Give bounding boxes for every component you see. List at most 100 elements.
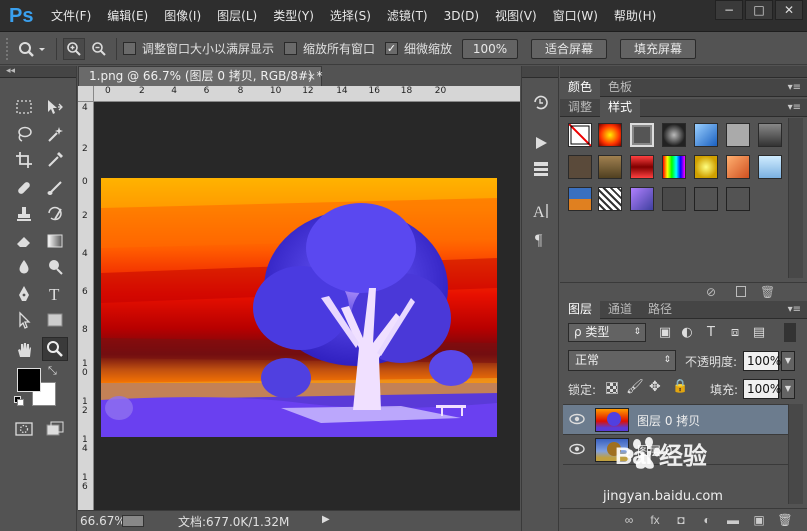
- menu-type[interactable]: 类型(Y): [265, 0, 322, 32]
- dodge-tool-icon[interactable]: [42, 255, 68, 279]
- horizontal-ruler[interactable]: 0 2 4 6 8 10 12 14 16 18 20: [78, 86, 520, 102]
- pen-tool-icon[interactable]: [11, 282, 37, 306]
- new-style-icon[interactable]: [736, 286, 746, 297]
- scrubby-zoom-checkbox[interactable]: ✓ 细微缩放: [385, 40, 452, 57]
- style-swatch[interactable]: [598, 123, 622, 147]
- fill-input[interactable]: 100%: [743, 379, 781, 399]
- panel-menu-icon[interactable]: ▾≡: [788, 102, 801, 113]
- filter-type-icon[interactable]: T: [702, 323, 720, 342]
- actions-panel-icon[interactable]: [529, 132, 553, 154]
- style-swatch[interactable]: [726, 155, 750, 179]
- resize-windows-checkbox[interactable]: 调整窗口大小以满屏显示: [123, 40, 274, 57]
- minimize-button[interactable]: −: [715, 0, 743, 20]
- foreground-color-swatch[interactable]: [17, 368, 41, 392]
- zoom-tool-preset-icon[interactable]: [14, 38, 50, 60]
- paragraph-panel-icon[interactable]: ¶: [529, 228, 553, 250]
- 3d-panel-icon[interactable]: [529, 158, 553, 180]
- menu-help[interactable]: 帮助(H): [606, 0, 664, 32]
- character-panel-icon[interactable]: A: [529, 200, 553, 222]
- visibility-eye-icon[interactable]: [569, 443, 585, 455]
- filter-adjustment-icon[interactable]: ◐: [678, 323, 696, 342]
- checkmark-icon[interactable]: ✓: [385, 42, 399, 55]
- options-bar-grip[interactable]: [6, 37, 14, 60]
- tab-styles[interactable]: 样式: [600, 99, 641, 117]
- menu-layer[interactable]: 图层(L): [209, 0, 265, 32]
- tab-color[interactable]: 颜色: [560, 79, 601, 97]
- healing-brush-icon[interactable]: [11, 176, 37, 200]
- dock-collapse[interactable]: [522, 66, 558, 78]
- delete-style-icon[interactable]: 🗑: [760, 285, 775, 299]
- hand-tool-icon[interactable]: [11, 338, 37, 362]
- type-tool-icon[interactable]: T: [42, 282, 68, 306]
- swap-colors-icon[interactable]: ⤡: [48, 364, 57, 378]
- style-swatch[interactable]: [758, 123, 782, 147]
- ruler-origin[interactable]: [78, 86, 94, 102]
- style-swatch[interactable]: [726, 187, 750, 211]
- style-swatch[interactable]: [568, 187, 592, 211]
- style-swatch-selected[interactable]: [630, 123, 654, 147]
- blur-tool-icon[interactable]: [11, 255, 37, 279]
- style-swatch[interactable]: [694, 155, 718, 179]
- menu-edit[interactable]: 编辑(E): [99, 0, 156, 32]
- status-menu-arrow-icon[interactable]: ▶: [322, 514, 330, 525]
- maximize-button[interactable]: □: [745, 0, 773, 20]
- brush-tool-icon[interactable]: [42, 176, 68, 200]
- quick-mask-icon[interactable]: [11, 417, 37, 441]
- zoom-in-icon[interactable]: [63, 37, 85, 60]
- document-tab[interactable]: 1.png @ 66.7% (图层 0 拷贝, RGB/8#) * ×: [78, 66, 323, 86]
- style-swatch[interactable]: [598, 155, 622, 179]
- menu-window[interactable]: 窗口(W): [545, 0, 606, 32]
- menu-filter[interactable]: 滤镜(T): [379, 0, 436, 32]
- blend-mode-select[interactable]: 正常 ⇕: [568, 350, 676, 371]
- zoom-level[interactable]: 66.67%: [78, 514, 126, 528]
- close-document-icon[interactable]: ×: [307, 67, 316, 86]
- panels-collapse[interactable]: [560, 66, 807, 78]
- panel-menu-icon[interactable]: ▾≡: [788, 304, 801, 315]
- style-none-swatch[interactable]: [568, 123, 592, 147]
- fill-dropdown-icon[interactable]: ▼: [781, 379, 795, 399]
- status-preview-icon[interactable]: [122, 515, 144, 527]
- style-swatch[interactable]: [630, 155, 654, 179]
- filter-toggle[interactable]: [784, 323, 796, 342]
- style-swatch[interactable]: [568, 155, 592, 179]
- panel-menu-icon[interactable]: ▾≡: [788, 82, 801, 93]
- lock-all-icon[interactable]: 🔒: [672, 379, 688, 394]
- tab-layers[interactable]: 图层: [560, 301, 601, 319]
- tab-adjustments[interactable]: 调整: [560, 99, 600, 117]
- default-colors-icon[interactable]: [14, 396, 24, 406]
- actual-pixels-button[interactable]: 100%: [462, 38, 519, 59]
- marquee-tool-icon[interactable]: [11, 95, 37, 119]
- lock-image-icon[interactable]: 🖌: [626, 379, 644, 395]
- style-swatch[interactable]: [662, 155, 686, 179]
- opacity-input[interactable]: 100%: [743, 351, 781, 371]
- tab-channels[interactable]: 通道: [600, 301, 640, 319]
- crop-tool-icon[interactable]: [11, 148, 37, 172]
- toolbox-collapse[interactable]: ◂◂: [0, 66, 76, 78]
- lock-transparent-icon[interactable]: [606, 382, 618, 394]
- fit-screen-button[interactable]: 适合屏幕: [531, 38, 608, 59]
- close-button[interactable]: ✕: [775, 0, 803, 20]
- rectangle-tool-icon[interactable]: [42, 308, 68, 332]
- move-tool-icon[interactable]: [42, 95, 68, 119]
- menu-image[interactable]: 图像(I): [156, 0, 209, 32]
- lasso-tool-icon[interactable]: [11, 122, 37, 146]
- style-swatch[interactable]: [726, 123, 750, 147]
- filter-shape-icon[interactable]: ⧈: [726, 323, 744, 342]
- layer-filter-select[interactable]: ρ 类型 ⇕: [568, 323, 646, 342]
- filter-smart-object-icon[interactable]: ▤: [750, 323, 768, 342]
- vertical-ruler[interactable]: 4 2 0 2 4 6 8 1 0 1 2 1 4 1 6: [78, 102, 94, 510]
- magic-wand-icon[interactable]: [42, 122, 68, 146]
- style-swatch[interactable]: [694, 187, 718, 211]
- menu-file[interactable]: 文件(F): [43, 0, 99, 32]
- document-image[interactable]: [101, 178, 497, 437]
- styles-scrollbar[interactable]: [788, 118, 803, 278]
- zoom-out-icon[interactable]: [88, 38, 110, 60]
- zoom-tool-icon[interactable]: [42, 337, 68, 361]
- tab-swatches[interactable]: 色板: [600, 79, 640, 97]
- lock-position-icon[interactable]: ✥: [649, 379, 661, 395]
- history-brush-icon[interactable]: [42, 202, 68, 226]
- clear-style-icon[interactable]: ⊘: [706, 285, 716, 299]
- style-swatch[interactable]: [598, 187, 622, 211]
- style-swatch[interactable]: [694, 123, 718, 147]
- filter-pixel-icon[interactable]: ▣: [656, 323, 674, 342]
